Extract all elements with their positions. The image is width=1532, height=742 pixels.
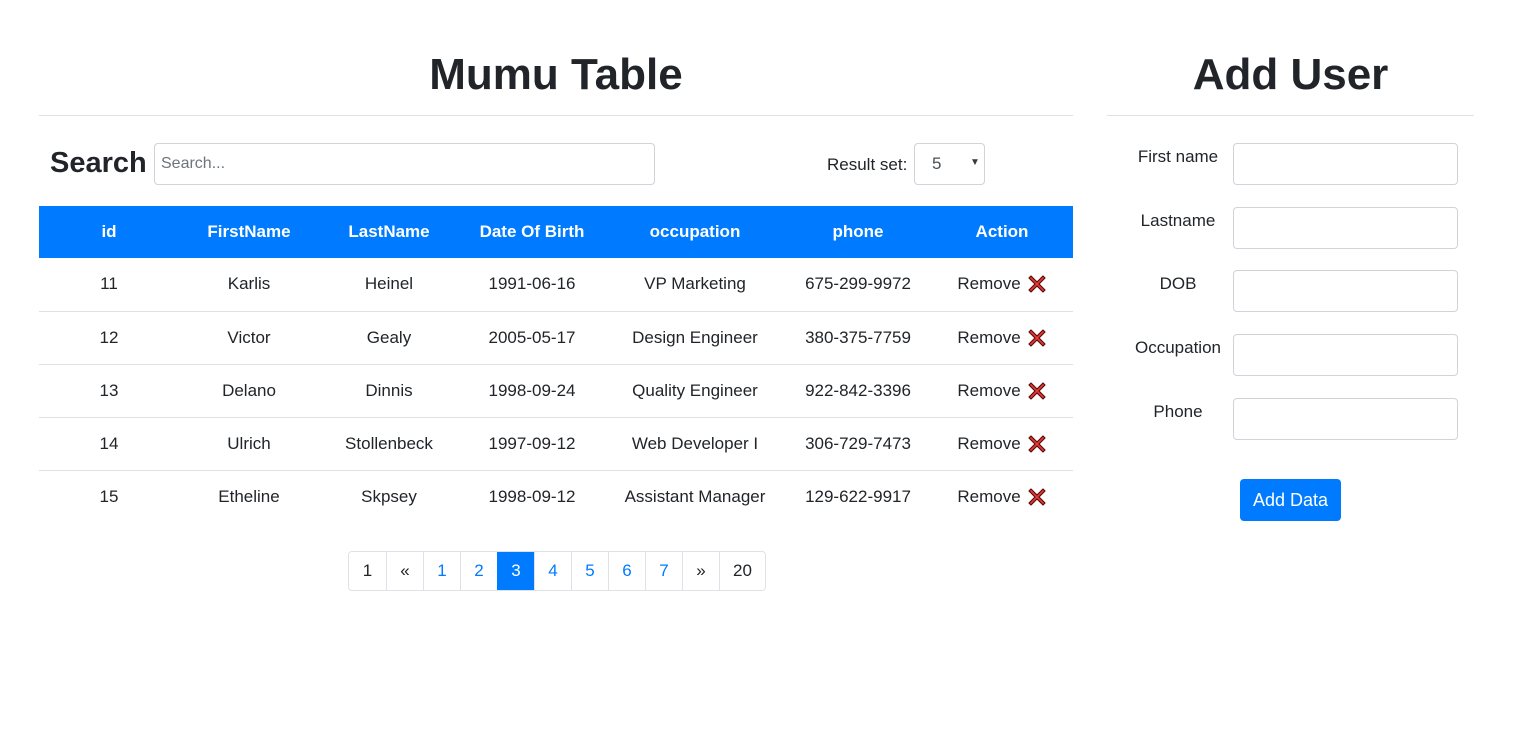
cell-id: 13	[39, 363, 179, 417]
red-x-icon[interactable]	[1027, 381, 1047, 401]
occupation-field[interactable]	[1233, 334, 1458, 376]
cell-firstname: Ulrich	[179, 416, 319, 470]
cell-phone: 380-375-7759	[785, 310, 931, 364]
cell-firstname: Victor	[179, 310, 319, 364]
cell-lastname: Dinnis	[319, 363, 459, 417]
cell-lastname: Stollenbeck	[319, 416, 459, 470]
table-row: 12 Victor Gealy 2005-05-17 Design Engineer 38…	[39, 310, 1073, 364]
table-row: 11 Karlis Heinel 1991-06-16 VP Marketing 675-…	[39, 258, 1073, 311]
cell-occupation: VP Marketing	[644, 274, 746, 294]
page-link-prev[interactable]: «	[386, 552, 423, 590]
column-header-action: Action	[975, 222, 1029, 241]
table-row: 13 Delano Dinnis 1998-09-24 Quality Engineer…	[39, 363, 1073, 417]
caret-down-icon: ▼	[970, 157, 980, 168]
cell-phone: 922-842-3396	[785, 363, 931, 417]
cell-occupation: Quality Engineer	[605, 363, 785, 417]
page-link-first[interactable]: 1	[349, 552, 386, 590]
cell-action: Remove	[931, 416, 1073, 470]
page-link-page[interactable]: 3	[497, 552, 534, 590]
cell-action: Remove	[931, 469, 1073, 523]
cell-phone: 129-622-9917	[785, 469, 931, 523]
column-header-dob[interactable]: Date Of Birth	[459, 206, 605, 258]
remove-label: Remove	[957, 274, 1021, 294]
phone-label: Phone	[1153, 402, 1203, 421]
column-header-firstname[interactable]: FirstName	[179, 206, 319, 258]
first-name-label: First name	[1137, 147, 1219, 166]
red-x-icon[interactable]	[1027, 487, 1047, 507]
cell-occupation: Web Developer I	[605, 416, 785, 470]
page-link-page[interactable]: 2	[460, 552, 497, 590]
remove-label: Remove	[957, 380, 1021, 400]
cell-dob: 1998-09-12	[459, 469, 605, 523]
cell-firstname: Karlis	[227, 274, 271, 294]
table-header-row: id FirstName LastName Date Of Birth occu…	[39, 206, 1073, 258]
remove-button[interactable]: Remove	[957, 328, 1046, 348]
page-link-page[interactable]: 5	[571, 552, 608, 590]
search-label: Search	[50, 147, 147, 179]
cell-id: 14	[39, 416, 179, 470]
page-link-page[interactable]: 6	[608, 552, 645, 590]
remove-button[interactable]: Remove	[957, 434, 1046, 454]
cell-occupation: Assistant Manager	[605, 469, 785, 523]
pagination: 1 «1 2 3 4 5 6 7» 20	[348, 551, 766, 591]
remove-label: Remove	[957, 486, 1021, 506]
cell-id: 11	[100, 274, 118, 294]
cell-lastname: Skpsey	[319, 469, 459, 523]
result-set-label: Result set:	[827, 155, 908, 174]
cell-id: 12	[39, 310, 179, 364]
last-name-label: Lastname	[1140, 211, 1216, 230]
column-header-occupation[interactable]: occupation	[605, 206, 785, 258]
remove-label: Remove	[957, 327, 1021, 347]
page: Mumu Table Search Result set: 5 ▼ id Fir…	[0, 0, 1532, 742]
cell-id: 15	[39, 469, 179, 523]
cell-phone: 306-729-7473	[785, 416, 931, 470]
occupation-label: Occupation	[1135, 338, 1221, 357]
first-name-field[interactable]	[1233, 143, 1458, 185]
form-title: Add User	[1192, 50, 1389, 99]
cell-action: Remove	[931, 258, 1073, 311]
last-name-field[interactable]	[1233, 207, 1458, 249]
cell-lastname: Gealy	[319, 310, 459, 364]
column-header-id[interactable]: id	[39, 206, 179, 258]
column-header-lastname[interactable]: LastName	[319, 206, 459, 258]
dob-label: DOB	[1159, 274, 1197, 293]
red-x-icon[interactable]	[1027, 328, 1047, 348]
form-title-divider	[1107, 115, 1474, 116]
search-input[interactable]	[154, 143, 655, 185]
remove-label: Remove	[957, 433, 1021, 453]
cell-occupation: Design Engineer	[605, 310, 785, 364]
table-row: 15 Etheline Skpsey 1998-09-12 Assistant Mana…	[39, 469, 1073, 523]
page-link-page[interactable]: 1	[423, 552, 460, 590]
phone-field[interactable]	[1233, 398, 1458, 440]
page-link-page[interactable]: 4	[534, 552, 571, 590]
remove-button[interactable]: Remove	[957, 274, 1046, 294]
dob-field[interactable]	[1233, 270, 1458, 312]
table-row: 14 Ulrich Stollenbeck 1997-09-12 Web Develop…	[39, 416, 1073, 470]
cell-dob: 1991-06-16	[488, 274, 576, 294]
page-link-page[interactable]: 7	[645, 552, 682, 590]
cell-dob: 1997-09-12	[459, 416, 605, 470]
add-data-button[interactable]: Add Data	[1240, 479, 1341, 521]
table-title: Mumu Table	[429, 50, 683, 99]
cell-action: Remove	[931, 310, 1073, 364]
result-set-select[interactable]: 5 ▼	[914, 143, 985, 185]
cell-action: Remove	[931, 363, 1073, 417]
cell-phone: 675-299-9972	[805, 274, 911, 294]
cell-firstname: Delano	[179, 363, 319, 417]
users-table: id FirstName LastName Date Of Birth occu…	[39, 206, 1073, 523]
page-link-last[interactable]: 20	[719, 552, 765, 590]
column-header-phone[interactable]: phone	[785, 206, 931, 258]
cell-lastname: Heinel	[364, 274, 414, 294]
result-set-value: 5	[932, 154, 942, 173]
red-x-icon[interactable]	[1027, 274, 1047, 294]
page-link-next[interactable]: »	[682, 552, 719, 590]
cell-dob: 2005-05-17	[459, 310, 605, 364]
red-x-icon[interactable]	[1027, 434, 1047, 454]
title-divider	[39, 115, 1073, 116]
cell-dob: 1998-09-24	[459, 363, 605, 417]
cell-firstname: Etheline	[179, 469, 319, 523]
remove-button[interactable]: Remove	[957, 487, 1046, 507]
remove-button[interactable]: Remove	[957, 381, 1046, 401]
